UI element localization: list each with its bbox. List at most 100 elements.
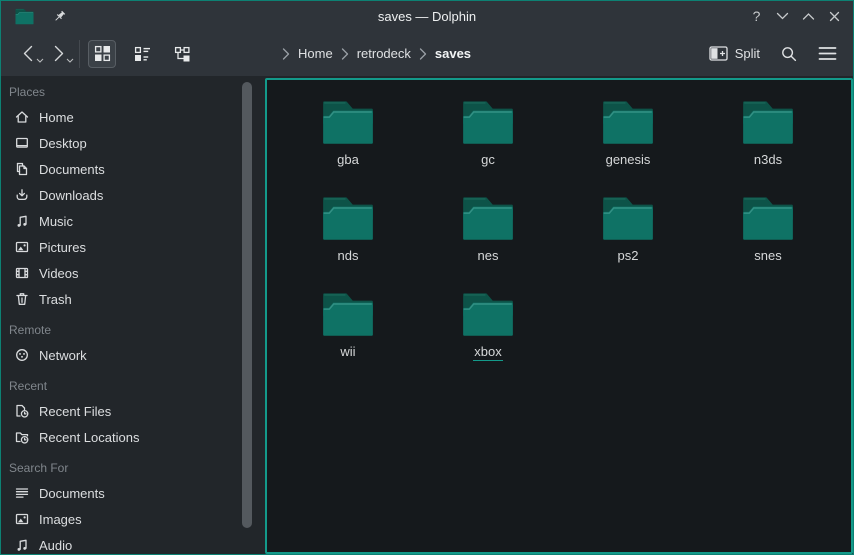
breadcrumb-segment-saves[interactable]: saves bbox=[432, 44, 474, 63]
music-icon bbox=[13, 537, 30, 554]
hamburger-menu-button[interactable] bbox=[813, 40, 841, 68]
folder-icon bbox=[459, 94, 517, 148]
folder-icon bbox=[599, 94, 657, 148]
forward-button[interactable] bbox=[43, 39, 73, 69]
sidebar-item-audio[interactable]: Audio bbox=[1, 532, 241, 554]
forward-history-caret-icon[interactable] bbox=[66, 50, 74, 68]
sidebar-scrollbar[interactable] bbox=[242, 82, 252, 528]
sidebar-item-label: Downloads bbox=[39, 188, 103, 203]
sidebar-item-network[interactable]: Network bbox=[1, 342, 241, 368]
sidebar-item-label: Network bbox=[39, 348, 87, 363]
folder-item-xbox[interactable]: xbox bbox=[418, 286, 558, 382]
trash-icon bbox=[13, 291, 30, 308]
sidebar-item-downloads[interactable]: Downloads bbox=[1, 182, 241, 208]
home-icon bbox=[13, 109, 30, 126]
video-icon bbox=[13, 265, 30, 282]
sidebar-item-recent-files[interactable]: Recent Files bbox=[1, 398, 241, 424]
toolbar: Home retrodeck saves Split bbox=[1, 31, 853, 76]
folder-item-gc[interactable]: gc bbox=[418, 94, 558, 190]
folder-item-n3ds[interactable]: n3ds bbox=[698, 94, 838, 190]
tree-view-button[interactable] bbox=[168, 40, 196, 68]
toolbar-right-group: Split bbox=[704, 40, 841, 68]
folder-item-wii[interactable]: wii bbox=[278, 286, 418, 382]
icons-view-button[interactable] bbox=[88, 40, 116, 68]
sidebar-item-label: Trash bbox=[39, 292, 72, 307]
help-button[interactable]: ? bbox=[748, 8, 765, 25]
breadcrumb-chevron-icon bbox=[419, 48, 427, 60]
sidebar-item-images[interactable]: Images bbox=[1, 506, 241, 532]
lines-icon bbox=[13, 485, 30, 502]
minimize-button[interactable] bbox=[774, 8, 791, 25]
image-icon bbox=[13, 239, 30, 256]
folder-label: gba bbox=[336, 152, 360, 168]
folder-item-snes[interactable]: snes bbox=[698, 190, 838, 286]
window-body: PlacesHomeDesktopDocumentsDownloadsMusic… bbox=[1, 76, 853, 554]
document-icon bbox=[13, 161, 30, 178]
sidebar-item-home[interactable]: Home bbox=[1, 104, 241, 130]
sidebar-item-pictures[interactable]: Pictures bbox=[1, 234, 241, 260]
image-icon bbox=[13, 511, 30, 528]
maximize-button[interactable] bbox=[800, 8, 817, 25]
folder-view[interactable]: gba gc genesis n3ds nds nes ps2 bbox=[265, 78, 853, 554]
search-button[interactable] bbox=[775, 40, 803, 68]
folder-label: nes bbox=[477, 248, 500, 264]
sidebar-item-label: Documents bbox=[39, 486, 105, 501]
sidebar-section-recent: Recent bbox=[1, 373, 241, 398]
music-icon bbox=[13, 213, 30, 230]
sidebar-item-label: Recent Locations bbox=[39, 430, 139, 445]
folder-label: genesis bbox=[605, 152, 652, 168]
sidebar-item-documents[interactable]: Documents bbox=[1, 480, 241, 506]
window-controls: ? bbox=[748, 8, 843, 25]
desktop-icon bbox=[13, 135, 30, 152]
sidebar-item-label: Audio bbox=[39, 538, 72, 553]
folder-item-genesis[interactable]: genesis bbox=[558, 94, 698, 190]
toolbar-separator bbox=[79, 40, 80, 68]
sidebar-item-recent-locations[interactable]: Recent Locations bbox=[1, 424, 241, 450]
folder-icon bbox=[319, 286, 377, 340]
folder-icon bbox=[319, 94, 377, 148]
close-button[interactable] bbox=[826, 8, 843, 25]
recent-locations-icon bbox=[13, 429, 30, 446]
folder-label: nds bbox=[337, 248, 360, 264]
titlebar: saves — Dolphin ? bbox=[1, 1, 853, 31]
split-button[interactable]: Split bbox=[704, 42, 765, 65]
sidebar-item-label: Documents bbox=[39, 162, 105, 177]
folder-icon bbox=[739, 190, 797, 244]
folder-item-nds[interactable]: nds bbox=[278, 190, 418, 286]
sidebar-item-desktop[interactable]: Desktop bbox=[1, 130, 241, 156]
folder-label: ps2 bbox=[617, 248, 640, 264]
details-view-button[interactable] bbox=[128, 40, 156, 68]
folder-label: gc bbox=[480, 152, 496, 168]
folder-label: snes bbox=[753, 248, 782, 264]
breadcrumb-segment-home[interactable]: Home bbox=[295, 44, 336, 63]
network-icon bbox=[13, 347, 30, 364]
sidebar-section-remote: Remote bbox=[1, 317, 241, 342]
breadcrumb-segment-retrodeck[interactable]: retrodeck bbox=[354, 44, 414, 63]
scrollbar-thumb[interactable] bbox=[242, 82, 252, 528]
sidebar-item-label: Desktop bbox=[39, 136, 87, 151]
folder-label: xbox bbox=[473, 344, 502, 361]
sidebar-item-label: Music bbox=[39, 214, 73, 229]
pin-icon[interactable] bbox=[52, 9, 67, 24]
sidebar-item-videos[interactable]: Videos bbox=[1, 260, 241, 286]
folder-item-ps2[interactable]: ps2 bbox=[558, 190, 698, 286]
folder-label: wii bbox=[339, 344, 356, 360]
recent-files-icon bbox=[13, 403, 30, 420]
folder-item-nes[interactable]: nes bbox=[418, 190, 558, 286]
places-panel: PlacesHomeDesktopDocumentsDownloadsMusic… bbox=[1, 76, 241, 554]
folder-icon bbox=[459, 190, 517, 244]
sidebar-item-label: Home bbox=[39, 110, 74, 125]
sidebar-item-label: Pictures bbox=[39, 240, 86, 255]
folder-icon bbox=[599, 190, 657, 244]
sidebar-item-label: Images bbox=[39, 512, 82, 527]
back-button[interactable] bbox=[13, 39, 43, 69]
breadcrumb-chevron-icon bbox=[282, 48, 290, 60]
folder-icon bbox=[459, 286, 517, 340]
folder-icon bbox=[739, 94, 797, 148]
folder-item-gba[interactable]: gba bbox=[278, 94, 418, 190]
sidebar-item-documents[interactable]: Documents bbox=[1, 156, 241, 182]
split-view-icon bbox=[709, 46, 728, 61]
sidebar-item-trash[interactable]: Trash bbox=[1, 286, 241, 312]
sidebar-item-music[interactable]: Music bbox=[1, 208, 241, 234]
sidebar-section-search-for: Search For bbox=[1, 455, 241, 480]
